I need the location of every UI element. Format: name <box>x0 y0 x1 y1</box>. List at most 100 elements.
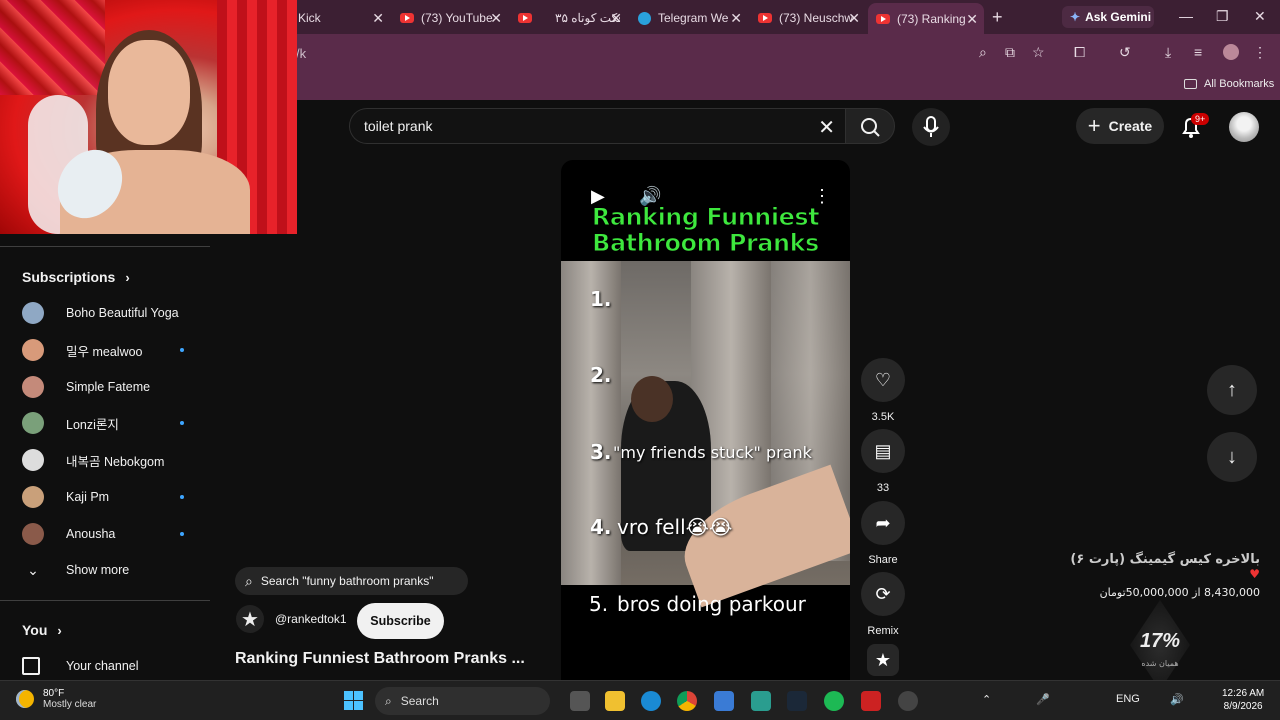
tab-youtube[interactable]: (73) YouTube ✕ <box>392 5 508 31</box>
rank-label: 5. <box>589 592 609 616</box>
new-content-dot <box>180 532 184 536</box>
download-icon[interactable]: ⤓ <box>1165 44 1171 61</box>
taskbar-search[interactable]: ⌕ Search <box>375 687 550 715</box>
short-title[interactable]: Ranking Funniest Bathroom Pranks ... <box>235 650 525 668</box>
task-view-icon[interactable] <box>570 691 590 711</box>
next-short-button[interactable]: ↓ <box>1207 432 1257 482</box>
windows-taskbar: 80°F Mostly clear ⌕ Search ⌃ 🎤 ENG 🔊 12:… <box>0 680 1280 720</box>
comments-button[interactable]: ▤ 33 <box>861 429 905 494</box>
extensions-icon[interactable]: ⧠ <box>1074 44 1085 61</box>
sidebar-item-nebokgom[interactable]: 내복곰 Nebokgom <box>22 445 192 475</box>
account-avatar[interactable] <box>1229 112 1259 142</box>
profile-avatar-small[interactable] <box>1223 44 1239 60</box>
channel-avatar[interactable]: ★ <box>236 605 264 633</box>
url-field[interactable]: /k <box>296 46 306 61</box>
clear-search-icon[interactable]: ✕ <box>818 115 835 140</box>
heart-icon: ♡ <box>861 358 905 402</box>
youtube-icon <box>400 13 414 23</box>
spotify-icon[interactable] <box>824 691 844 711</box>
all-bookmarks-button[interactable]: All Bookmarks <box>1184 78 1274 90</box>
chevron-down-icon: ⌄ <box>27 561 39 578</box>
sidebar-item-mealwoo[interactable]: 밀우 mealwoo <box>22 335 192 365</box>
tab-facts[interactable]: ۳۵ فکت کوتاه ✕ <box>510 5 628 31</box>
streamer-webcam-overlay <box>0 0 297 234</box>
you-header[interactable]: You › <box>22 622 62 638</box>
minimize-icon[interactable]: — <box>1179 8 1193 24</box>
sidebar-item-anousha[interactable]: Anousha <box>22 519 192 549</box>
close-window-icon[interactable]: ✕ <box>1254 8 1266 25</box>
media-icon[interactable]: ≡ <box>1194 44 1202 60</box>
close-icon[interactable]: ✕ <box>966 11 978 28</box>
rank-label: 3. <box>590 440 612 464</box>
zoom-icon[interactable]: ⌕ <box>979 44 987 61</box>
new-content-dot <box>180 421 184 425</box>
install-icon[interactable]: ⧉ <box>1005 44 1015 61</box>
comment-count: 33 <box>876 482 890 494</box>
microphone-icon[interactable]: 🎤 <box>1036 693 1050 706</box>
sidebar-item-simple-fateme[interactable]: Simple Fateme <box>22 372 192 402</box>
channel-handle[interactable]: @rankedtok1 <box>275 612 347 626</box>
remix-button[interactable]: ⟳ Remix <box>861 572 905 637</box>
donation-goal-overlay: بالاخره کیس گیمینگ (پارت ۶) ♥ 8,430,000 … <box>1070 552 1260 599</box>
app-icon[interactable] <box>751 691 771 711</box>
close-icon[interactable]: ✕ <box>372 10 384 27</box>
share-button[interactable]: ➦ Share <box>861 501 905 566</box>
windows-start-icon[interactable] <box>344 691 363 710</box>
short-video-player[interactable]: ▶ 🔊 ⋮ Ranking Funniest Bathroom Pranks 1… <box>561 160 850 680</box>
search-icon: ⌕ <box>245 572 253 589</box>
edge-icon[interactable] <box>641 691 661 711</box>
create-button[interactable]: + Create <box>1076 108 1164 144</box>
close-icon[interactable]: ✕ <box>848 10 860 27</box>
sidebar-item-kaji-pm[interactable]: Kaji Pm <box>22 482 192 512</box>
sound-button[interactable]: ★ <box>861 644 905 676</box>
like-button[interactable]: ♡ 3.5K <box>861 358 905 423</box>
youtube-icon <box>518 13 532 23</box>
history-icon[interactable]: ↺ <box>1119 44 1131 61</box>
volume-icon[interactable]: 🔊 <box>1170 693 1184 706</box>
donation-percent: 17% <box>1139 630 1181 652</box>
show-more-button[interactable]: ⌄ Show more <box>22 555 192 585</box>
channel-info[interactable]: ★ @rankedtok1 <box>236 605 347 633</box>
your-channel-link[interactable]: Your channel <box>22 651 192 681</box>
tab-kick[interactable]: Kick ✕ <box>290 5 390 31</box>
youtube-icon <box>758 13 772 23</box>
chevron-right-icon: › <box>125 269 130 285</box>
clock[interactable]: 12:26 AM 8/9/2026 <box>1222 687 1264 713</box>
chrome-icon[interactable] <box>677 691 697 711</box>
subscriptions-header[interactable]: Subscriptions › <box>22 269 130 285</box>
bookmark-star-icon[interactable]: ☆ <box>1032 44 1045 61</box>
language-indicator[interactable]: ENG <box>1116 693 1140 705</box>
avatar <box>22 449 44 471</box>
steam-icon[interactable] <box>787 691 807 711</box>
related-search-chip[interactable]: ⌕ Search "funny bathroom pranks" <box>235 567 468 595</box>
weather-widget[interactable]: 80°F Mostly clear <box>16 688 96 710</box>
search-button[interactable] <box>845 108 895 144</box>
rank-text: bros doing parkour <box>617 592 806 616</box>
menu-dots-icon[interactable]: ⋮ <box>1253 44 1267 61</box>
like-count: 3.5K <box>871 411 895 423</box>
rank-label: 1. <box>590 287 612 311</box>
tab-ranking-active[interactable]: (73) Ranking ✕ <box>868 3 984 34</box>
close-icon[interactable]: ✕ <box>610 10 622 27</box>
tab-neuschwanstein[interactable]: (73) Neuschw ✕ <box>750 5 866 31</box>
sidebar-item-boho-beautiful-yoga[interactable]: Boho Beautiful Yoga <box>22 298 192 328</box>
restore-icon[interactable]: ❐ <box>1216 8 1229 25</box>
store-icon[interactable] <box>714 691 734 711</box>
sidebar-item-lonzi[interactable]: Lonzi론지 <box>22 408 192 438</box>
close-icon[interactable]: ✕ <box>730 10 742 27</box>
gemini-icon: ✦ <box>1070 10 1081 24</box>
previous-short-button[interactable]: ↑ <box>1207 365 1257 415</box>
subscribe-button[interactable]: Subscribe <box>357 603 444 639</box>
close-icon[interactable]: ✕ <box>490 10 502 27</box>
voice-search-button[interactable] <box>912 108 950 146</box>
search-input[interactable]: toilet prank ✕ <box>349 108 845 144</box>
tab-telegram[interactable]: Telegram We ✕ <box>630 5 748 31</box>
ask-gemini-button[interactable]: ✦ Ask Gemini <box>1062 6 1154 28</box>
file-explorer-icon[interactable] <box>605 691 625 711</box>
new-tab-button[interactable]: + <box>992 7 1003 28</box>
app-icon[interactable] <box>898 691 918 711</box>
chevron-up-icon[interactable]: ⌃ <box>982 693 991 706</box>
app-icon[interactable] <box>861 691 881 711</box>
avatar <box>22 523 44 545</box>
avatar <box>22 376 44 398</box>
